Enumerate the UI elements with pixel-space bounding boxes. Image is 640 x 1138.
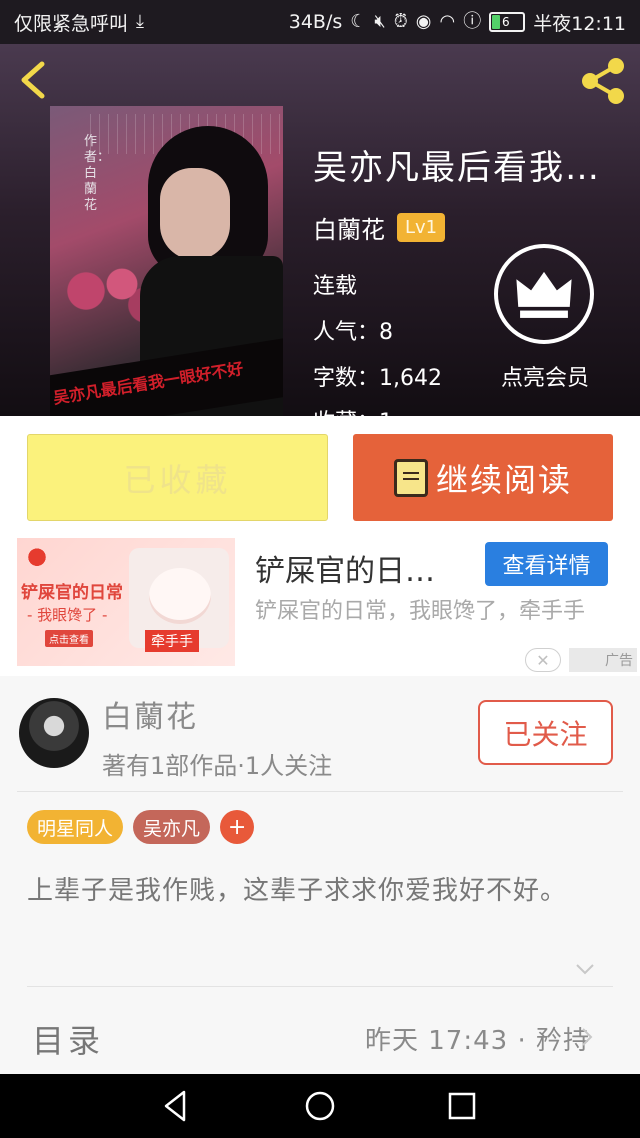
ad-title: 铲屎官的日…: [255, 554, 435, 589]
battery-fill: [492, 15, 501, 29]
download-icon: ⤓: [136, 11, 144, 32]
clock: 半夜12:11: [533, 12, 626, 35]
author-row: 白蘭花 Lv1: [313, 210, 446, 245]
tag-star-fanfic[interactable]: 明星同人: [27, 810, 124, 844]
synopsis: 上辈子是我作贱，这辈子求求你爱我好不好。: [27, 876, 568, 906]
continue-reading-button[interactable]: 继续阅读: [353, 434, 613, 521]
avatar[interactable]: [19, 698, 89, 768]
nav-back-icon[interactable]: [158, 1088, 194, 1124]
book-icon: [393, 458, 428, 497]
divider: [17, 791, 623, 792]
toc-latest-chapter[interactable]: 昨天 17:43 · 矜持: [300, 1020, 590, 1057]
alarm-icon: ⏰︎: [393, 11, 408, 32]
emergency-text: 仅限紧急呼叫: [14, 12, 129, 35]
collected-label: 已收藏: [123, 460, 232, 499]
nav-home-icon[interactable]: [302, 1088, 338, 1124]
battery-level: 6: [502, 15, 510, 29]
word-count: 字数：1,642: [313, 366, 442, 391]
book-author[interactable]: 白蘭花: [313, 210, 385, 245]
status-left: 仅限紧急呼叫 ⤓: [14, 9, 144, 36]
book-cover[interactable]: 作者：白蘭花 吴亦凡最后看我一眼好不好: [50, 106, 283, 416]
system-nav-bar: [0, 1074, 640, 1138]
toc-label[interactable]: 目录: [32, 1016, 104, 1062]
cover-face: [160, 168, 230, 260]
ad-tag: 广告: [569, 648, 637, 672]
weibo-icon: [23, 544, 51, 566]
nav-recents-icon[interactable]: [444, 1088, 480, 1124]
status-right: 34B/s ☾ 🔇︎ ⏰︎ ◉ ◠ ⓘ 6 半夜12:11: [289, 9, 626, 36]
ad-image-button: 点击查看: [45, 630, 93, 647]
status-bar: 仅限紧急呼叫 ⤓ 34B/s ☾ 🔇︎ ⏰︎ ◉ ◠ ⓘ 6 半夜12:11: [0, 0, 640, 44]
back-arrow-icon[interactable]: [14, 58, 54, 102]
level-badge: Lv1: [397, 213, 446, 242]
chevron-down-icon[interactable]: [574, 958, 596, 980]
collect-count: 收藏：1: [313, 404, 493, 416]
author-name[interactable]: 白蘭花: [102, 692, 198, 736]
add-tag-icon[interactable]: +: [220, 810, 255, 844]
chevron-right-icon[interactable]: [578, 1026, 596, 1048]
collected-button[interactable]: 已收藏: [27, 434, 328, 521]
cat-face: [149, 568, 211, 624]
follow-button[interactable]: 已关注: [478, 700, 613, 765]
battery-icon: 6: [489, 12, 526, 32]
screen: 仅限紧急呼叫 ⤓ 34B/s ☾ 🔇︎ ⏰︎ ◉ ◠ ⓘ 6 半夜12:11 作…: [0, 0, 640, 1138]
alert-icon: ⓘ: [463, 11, 482, 32]
moon-icon: ☾: [350, 11, 367, 32]
continue-reading-label: 继续阅读: [435, 460, 572, 499]
share-icon[interactable]: [576, 54, 630, 108]
ad-image[interactable]: 铲屎官的日常 - 我眼馋了 - 点击查看 牵手手: [17, 538, 235, 666]
book-header: 作者：白蘭花 吴亦凡最后看我一眼好不好 吴亦凡最后看我… 白蘭花 Lv1 连载 …: [0, 44, 640, 416]
eye-icon: ◉: [415, 11, 432, 32]
book-details: 白蘭花 著有1部作品·1人关注 已关注 明星同人 吴亦凡 + 上辈子是我作贱，这…: [0, 676, 640, 1074]
author-works: 著有1部作品·1人关注: [102, 752, 333, 780]
tag-list: 明星同人 吴亦凡 +: [27, 810, 255, 844]
tag-wu-yifan[interactable]: 吴亦凡: [133, 810, 211, 844]
vip-label[interactable]: 点亮会员: [490, 360, 600, 392]
ad-description: 铲屎官的日常，我眼馋了，牵手手: [255, 599, 586, 624]
ad-image-title: 铲屎官的日常: [21, 583, 123, 603]
book-title: 吴亦凡最后看我…: [313, 148, 601, 188]
network-speed: 34B/s: [288, 11, 343, 33]
ad-image-subtitle: - 我眼馋了 -: [27, 606, 108, 624]
ad-image-caption: 牵手手: [145, 630, 199, 652]
close-icon[interactable]: ✕: [525, 648, 561, 672]
crown-icon[interactable]: [494, 244, 594, 344]
ad-details-button[interactable]: 查看详情: [485, 542, 608, 586]
cover-author: 作者：白蘭花: [84, 134, 111, 213]
wifi-icon: ◠: [439, 11, 456, 32]
mute-icon: 🔇︎: [374, 11, 386, 32]
ad-banner[interactable]: 铲屎官的日常 - 我眼馋了 - 点击查看 牵手手 铲屎官的日… 查看详情 铲屎官…: [17, 538, 640, 672]
serial-status: 连载: [313, 274, 358, 299]
popularity: 人气：8: [313, 320, 393, 345]
divider: [27, 986, 613, 987]
